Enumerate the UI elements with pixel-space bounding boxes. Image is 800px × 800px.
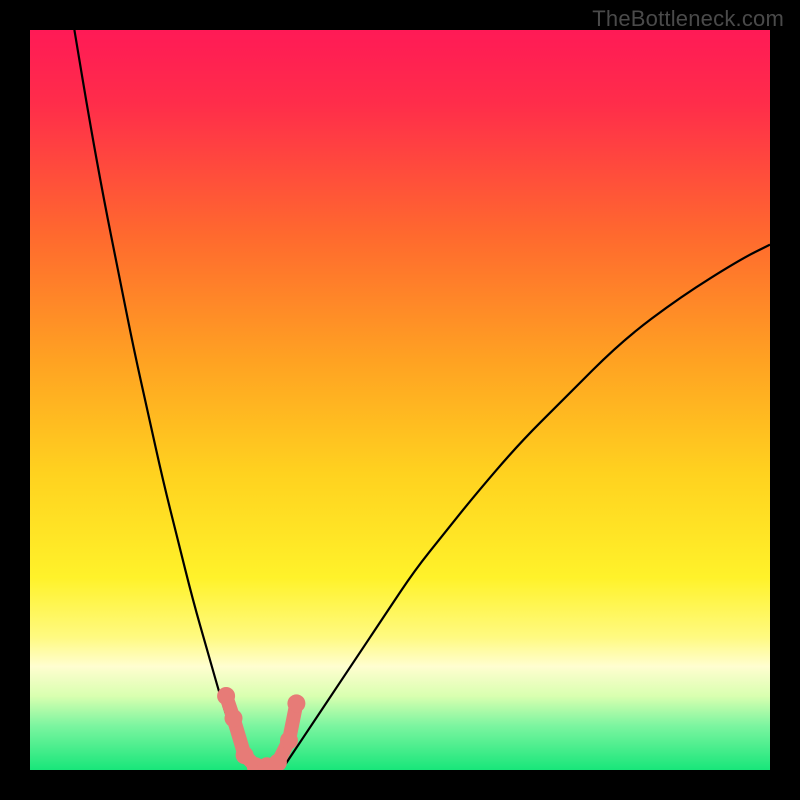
plot-frame [30, 30, 770, 770]
gradient-background [30, 30, 770, 770]
watermark-text: TheBottleneck.com [592, 6, 784, 32]
